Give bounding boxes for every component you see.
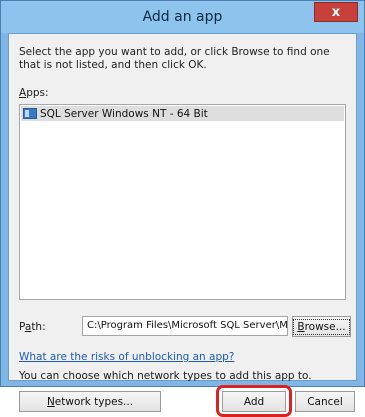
dialog-title: Add an app	[142, 9, 223, 25]
dialog-body: Select the app you want to add, or click…	[8, 33, 357, 417]
browse-accelerator: B	[297, 320, 305, 333]
instructions-text: Select the app you want to add, or click…	[19, 46, 330, 71]
unblock-risks-link[interactable]: What are the risks of unblocking an app?	[19, 351, 234, 363]
application-icon	[23, 108, 37, 119]
list-item[interactable]: SQL Server Windows NT - 64 Bit	[21, 106, 344, 121]
network-types-text: etwork types...	[54, 395, 134, 408]
title-bar[interactable]: Add an app x	[1, 1, 364, 33]
browse-button-label: Browse...	[293, 318, 350, 335]
path-label-text: th:	[31, 321, 46, 333]
app-name: SQL Server Windows NT - 64 Bit	[40, 107, 208, 120]
apps-label-text: pps:	[26, 87, 49, 99]
apps-label: Apps:	[19, 87, 49, 99]
add-button[interactable]: Add	[222, 391, 286, 412]
path-label: Path:	[19, 321, 46, 333]
browse-button[interactable]: Browse...	[292, 316, 351, 337]
add-app-dialog: Add an app x Select the app you want to …	[0, 0, 365, 417]
close-icon: x	[331, 4, 341, 20]
network-types-accelerator: N	[46, 395, 55, 408]
close-button[interactable]: x	[314, 2, 358, 22]
path-field[interactable]: C:\Program Files\Microsoft SQL Server\MS…	[82, 316, 288, 336]
apps-list[interactable]: SQL Server Windows NT - 64 Bit	[19, 104, 346, 300]
network-info-text: You can choose which network types to ad…	[19, 370, 312, 382]
cancel-button[interactable]: Cancel	[295, 391, 355, 412]
network-types-button[interactable]: Network types...	[19, 391, 161, 412]
browse-text: rowse...	[304, 320, 346, 333]
